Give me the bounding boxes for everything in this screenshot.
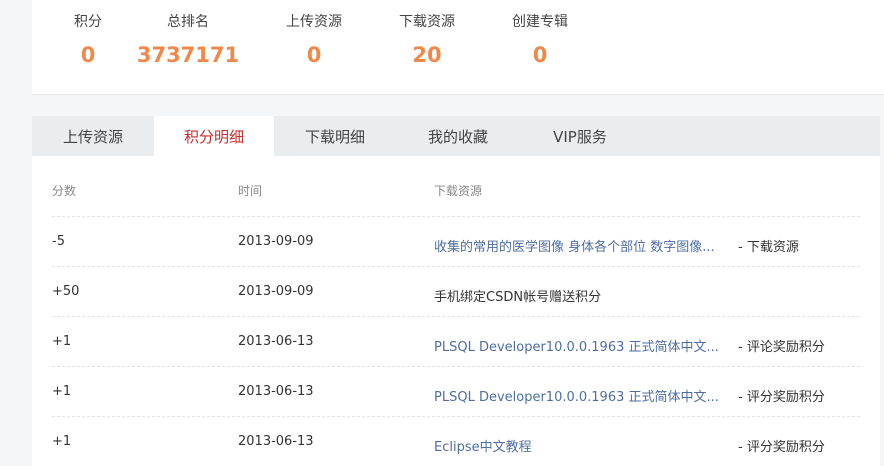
row-resource-text: 手机绑定CSDN帐号赠送积分 <box>434 290 602 305</box>
row-type: - 下载资源 <box>738 240 799 255</box>
stat-value: 0 <box>80 43 96 67</box>
row-resource-link[interactable]: PLSQL Developer10.0.0.1963 正式简体中文... <box>434 386 724 405</box>
stat-value: 0 <box>532 43 548 67</box>
stat-uploads: 上传资源 0 <box>258 12 370 68</box>
row-score: +1 <box>52 384 72 399</box>
stat-albums: 创建专辑 0 <box>484 12 596 68</box>
row-divider <box>52 316 860 317</box>
row-score: +50 <box>52 284 80 299</box>
row-resource-link[interactable]: 收集的常用的医学图像 身体各个部位 数字图像... <box>434 236 734 255</box>
row-score: +1 <box>52 334 72 349</box>
column-header-time: 时间 <box>238 184 263 198</box>
tab-download-detail[interactable]: 下载明细 <box>274 116 396 156</box>
row-time: 2013-06-13 <box>238 334 314 349</box>
stat-label: 创建专辑 <box>512 14 568 30</box>
tab-points-detail[interactable]: 积分明细 <box>154 116 274 156</box>
row-type: - 评分奖励积分 <box>738 440 825 455</box>
stats-panel: 积分 0 总排名 3737171 上传资源 0 下载资源 20 创建专辑 0 <box>32 0 884 95</box>
row-time: 2013-09-09 <box>238 234 314 249</box>
row-score: +1 <box>52 434 72 449</box>
tab-bar: 上传资源 积分明细 下载明细 我的收藏 VIP服务 <box>32 116 880 156</box>
stat-label: 总排名 <box>167 14 209 30</box>
row-time: 2013-09-09 <box>238 284 314 299</box>
stat-value: 3737171 <box>136 43 240 67</box>
stat-label: 积分 <box>74 14 102 30</box>
tab-uploads[interactable]: 上传资源 <box>32 116 154 156</box>
row-score: -5 <box>52 234 65 249</box>
row-resource-link[interactable]: PLSQL Developer10.0.0.1963 正式简体中文... <box>434 336 724 355</box>
stat-value: 0 <box>306 43 322 67</box>
row-resource-link[interactable]: Eclipse中文教程 <box>434 436 734 455</box>
row-type: - 评论奖励积分 <box>738 340 825 355</box>
row-divider <box>52 266 860 267</box>
stat-total-rank: 总排名 3737171 <box>132 12 244 68</box>
row-divider <box>52 366 860 367</box>
stat-points: 积分 0 <box>32 12 144 68</box>
stat-label: 上传资源 <box>286 14 342 30</box>
tab-vip-service[interactable]: VIP服务 <box>520 116 640 156</box>
points-detail-card: 上传资源 积分明细 下载明细 我的收藏 VIP服务 分数 时间 下载资源 -5 … <box>32 116 880 466</box>
stat-label: 下载资源 <box>399 14 455 30</box>
row-time: 2013-06-13 <box>238 384 314 399</box>
stat-downloads: 下载资源 20 <box>371 12 483 68</box>
column-header-resource: 下载资源 <box>434 184 483 198</box>
tab-favorites[interactable]: 我的收藏 <box>396 116 520 156</box>
row-time: 2013-06-13 <box>238 434 314 449</box>
row-divider <box>52 216 860 217</box>
row-divider <box>52 416 860 417</box>
column-header-score: 分数 <box>52 184 77 198</box>
row-type: - 评分奖励积分 <box>738 390 825 405</box>
stat-value: 20 <box>412 43 442 67</box>
